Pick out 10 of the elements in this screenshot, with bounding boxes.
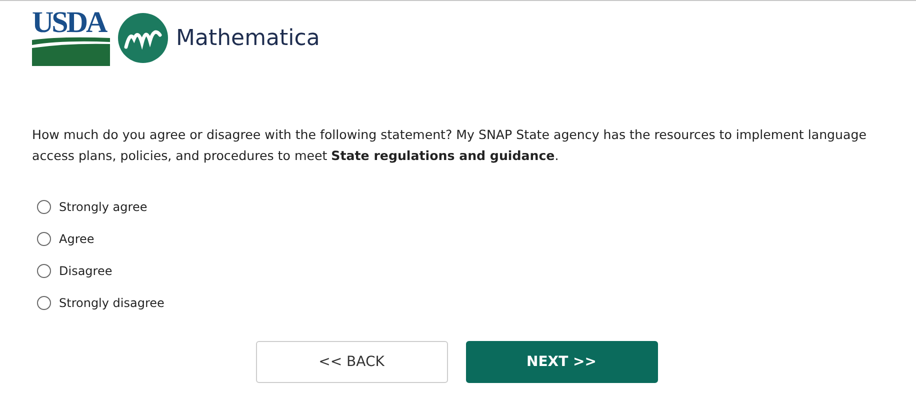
brand-name: Mathematica: [176, 24, 320, 52]
answer-option[interactable]: Strongly agree: [37, 191, 916, 223]
answer-option[interactable]: Agree: [37, 223, 916, 255]
answer-option[interactable]: Strongly disagree: [37, 287, 916, 319]
question-text: How much do you agree or disagree with the following statement? My SNAP State agency has the resources to implement language access plans, policies, and procedures to meet State regulations and guidance.: [32, 126, 868, 165]
mathematica-logo-icon: [118, 13, 168, 63]
usda-logo: USDA: [32, 10, 110, 66]
answer-option[interactable]: Disagree: [37, 255, 916, 287]
next-button[interactable]: NEXT >>: [466, 341, 658, 383]
back-button[interactable]: << BACK: [256, 341, 448, 383]
